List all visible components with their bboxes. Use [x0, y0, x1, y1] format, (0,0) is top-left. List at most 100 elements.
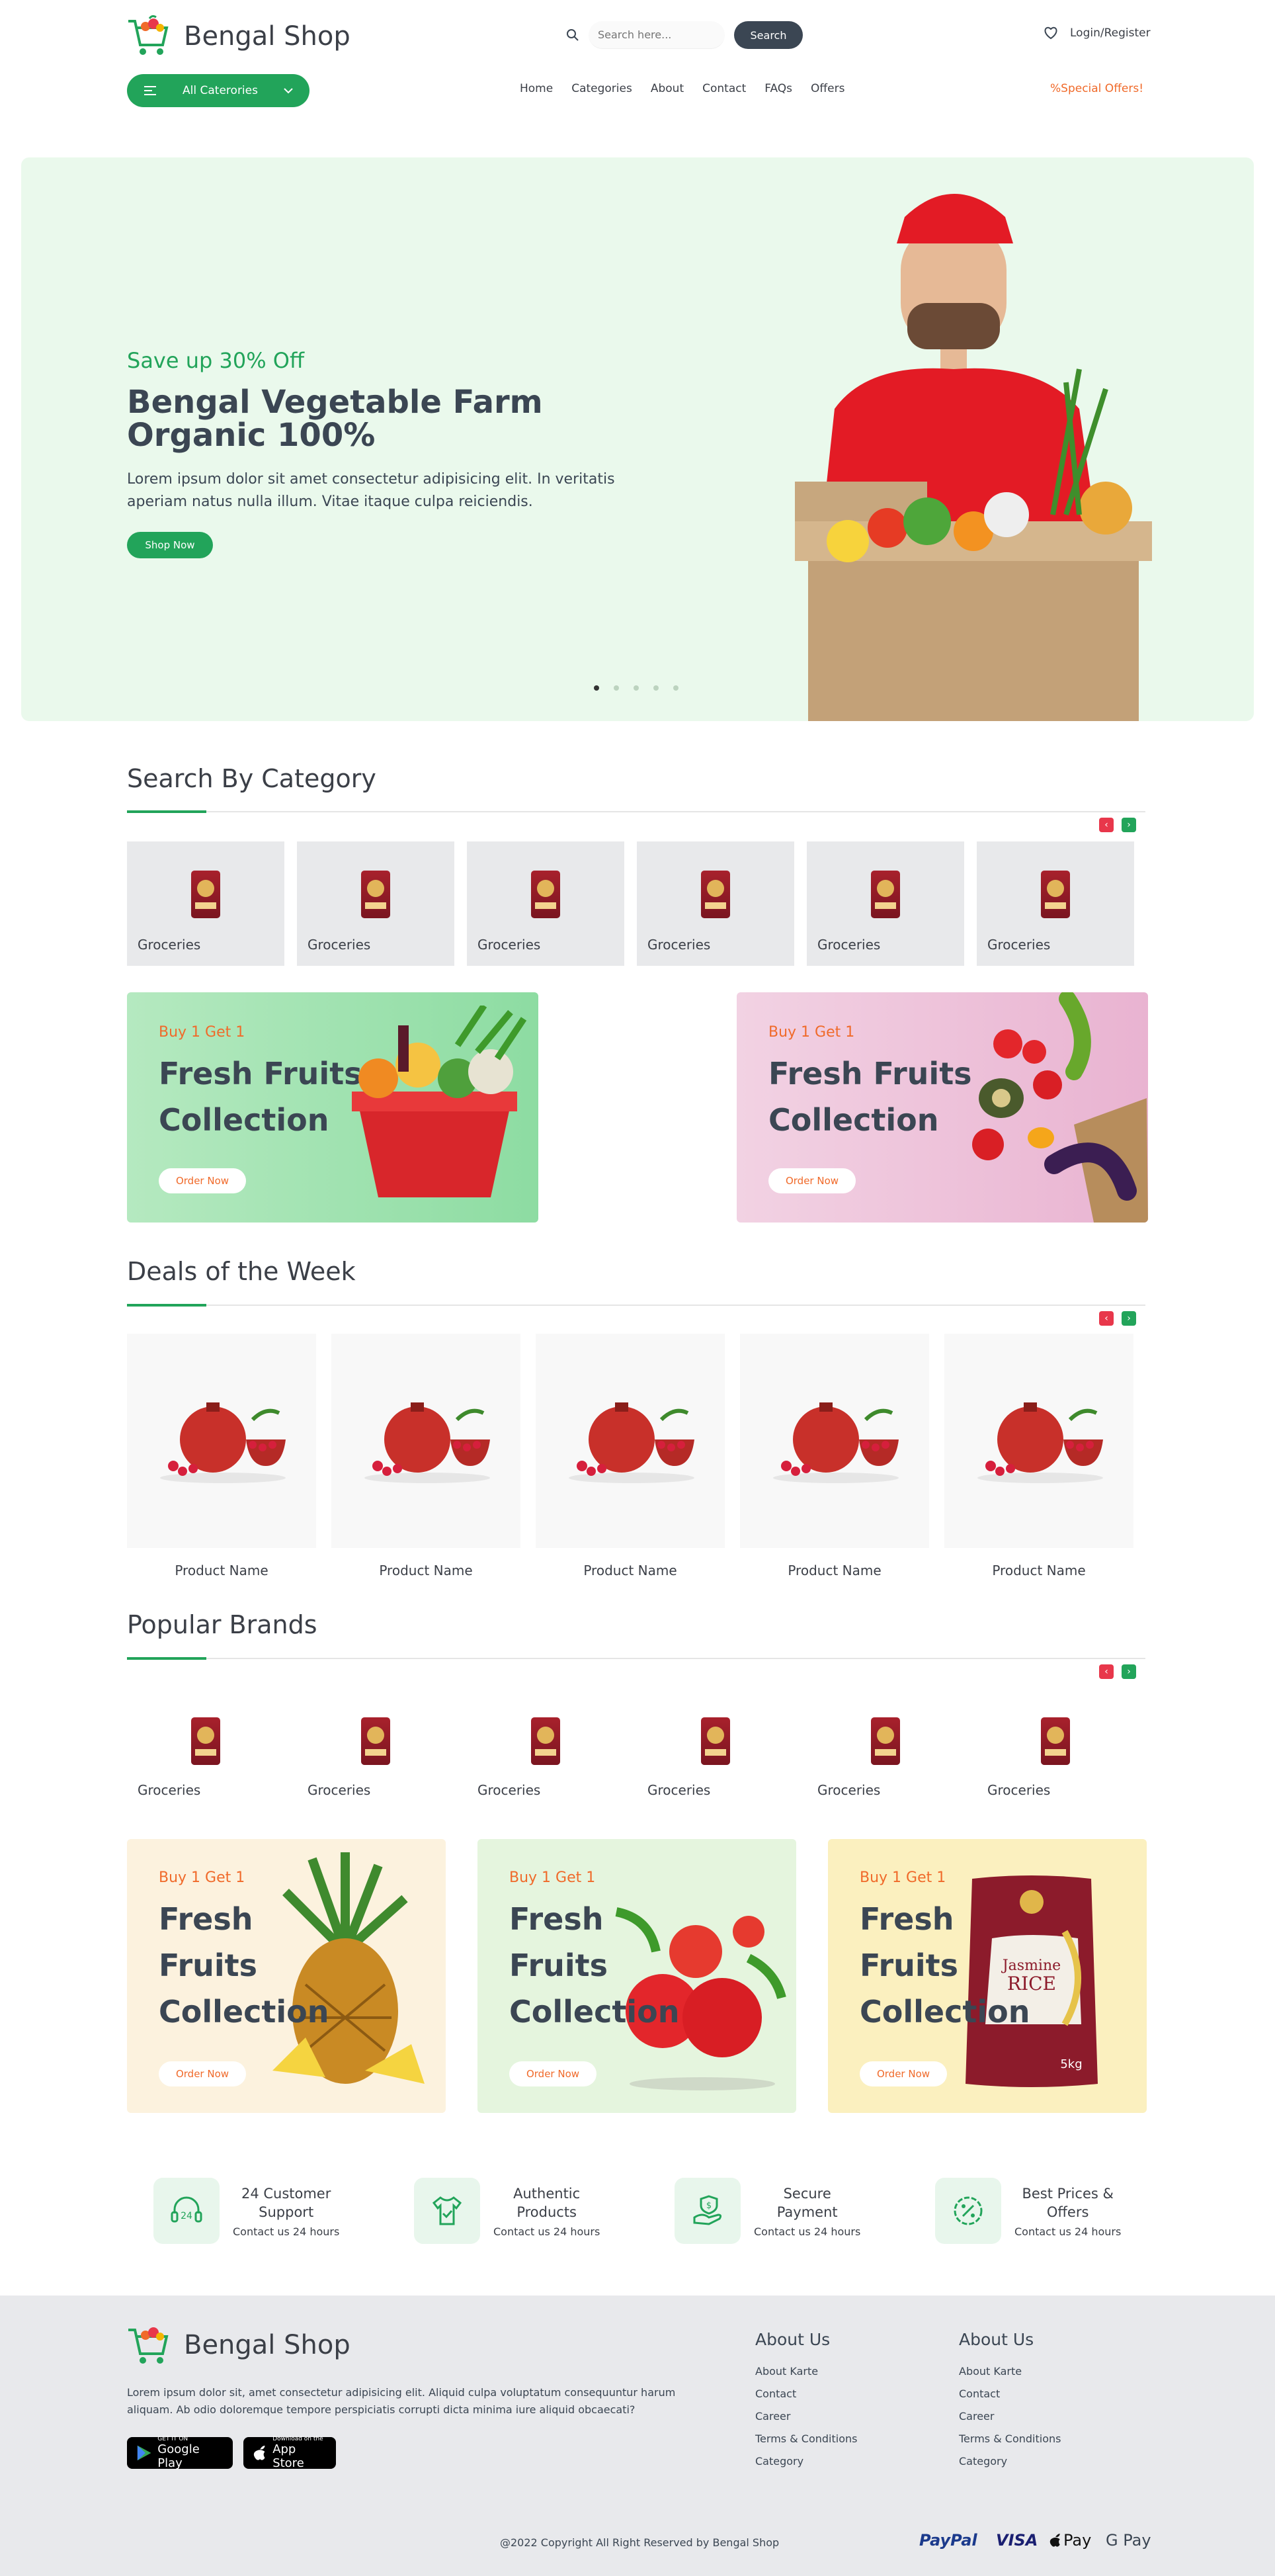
feature-title-2: Support	[259, 2204, 314, 2220]
copyright: @2022 Copyright All Right Reserved by Be…	[500, 2536, 780, 2549]
category-card[interactable]: Groceries	[467, 841, 624, 966]
promo-title-line2: Fruits	[860, 1948, 959, 1983]
svg-text:24: 24	[181, 2211, 192, 2221]
shop-now-button[interactable]: Shop Now	[127, 532, 213, 558]
app-store-badge[interactable]: Download on the App Store	[243, 2436, 336, 2470]
section-divider	[127, 810, 1145, 813]
category-card[interactable]: Groceries	[297, 841, 454, 966]
prev-arrow-icon[interactable]: ‹	[1099, 1664, 1114, 1679]
footer-link[interactable]: Terms & Conditions	[959, 2432, 1061, 2445]
footer-logo[interactable]: Bengal Shop	[126, 2323, 350, 2367]
promo-card-tomato[interactable]: Buy 1 Get 1 Fresh Fruits Collection Orde…	[477, 1839, 796, 2113]
nav-categories[interactable]: Categories	[571, 82, 632, 95]
grocery-pack-image	[191, 1717, 220, 1765]
order-now-button[interactable]: Order Now	[159, 2061, 246, 2086]
search-input[interactable]	[589, 21, 725, 49]
product-card[interactable]	[740, 1334, 929, 1548]
svg-text:$: $	[706, 2201, 712, 2211]
secure-payment-icon: $	[675, 2178, 741, 2244]
footer-link[interactable]: About Karte	[755, 2365, 857, 2378]
prev-arrow-icon[interactable]: ‹	[1099, 818, 1114, 832]
hero-banner: Save up 30% Off Bengal Vegetable Farm Or…	[21, 157, 1254, 721]
footer-link[interactable]: Category	[755, 2455, 857, 2468]
feature-title-2: Offers	[1046, 2204, 1089, 2220]
nav-home[interactable]: Home	[520, 82, 553, 95]
order-now-button[interactable]: Order Now	[159, 1168, 246, 1193]
next-arrow-icon[interactable]: ›	[1122, 1311, 1136, 1326]
promo-banner-fruits[interactable]: Buy 1 Get 1 Fresh Fruits Collection Orde…	[127, 992, 538, 1223]
promo-tag: Buy 1 Get 1	[860, 1869, 946, 1886]
promo-title-line1: Fresh Fruits	[768, 1056, 972, 1092]
carousel-dot[interactable]	[673, 685, 679, 691]
brand-card[interactable]: Groceries	[127, 1694, 284, 1806]
footer-link[interactable]: Contact	[959, 2387, 1061, 2400]
order-now-button[interactable]: Order Now	[509, 2061, 596, 2086]
brand-card[interactable]: Groceries	[977, 1694, 1134, 1806]
category-card[interactable]: Groceries	[637, 841, 794, 966]
nav-faqs[interactable]: FAQs	[764, 82, 792, 95]
product-card[interactable]	[944, 1334, 1133, 1548]
special-offers-link[interactable]: %Special Offers!	[1050, 82, 1143, 95]
carousel-dot[interactable]	[634, 685, 639, 691]
promo-title-line2: Collection	[768, 1102, 939, 1138]
category-section-title: Search By Category	[127, 764, 376, 793]
search-button[interactable]: Search	[734, 21, 803, 49]
promo-card-pineapple[interactable]: Buy 1 Get 1 Fresh Fruits Collection Orde…	[127, 1839, 446, 2113]
product-name[interactable]: Product Name	[944, 1563, 1133, 1578]
next-arrow-icon[interactable]: ›	[1122, 818, 1136, 832]
category-arrows: ‹ ›	[1099, 818, 1136, 832]
tshirt-icon	[414, 2178, 480, 2244]
order-now-button[interactable]: Order Now	[860, 2061, 947, 2086]
product-card[interactable]	[331, 1334, 520, 1548]
nav-about[interactable]: About	[651, 82, 684, 95]
brand-card[interactable]: Groceries	[637, 1694, 794, 1806]
product-card[interactable]	[127, 1334, 316, 1548]
category-card[interactable]: Groceries	[127, 841, 284, 966]
header-logo[interactable]: Bengal Shop	[126, 15, 350, 58]
footer-link[interactable]: Career	[755, 2410, 857, 2423]
order-now-button[interactable]: Order Now	[768, 1168, 856, 1193]
deals-section-title: Deals of the Week	[127, 1257, 356, 1286]
category-card[interactable]: Groceries	[977, 841, 1134, 966]
category-card[interactable]: Groceries	[807, 841, 964, 966]
carousel-dot[interactable]	[614, 685, 619, 691]
brand-card[interactable]: Groceries	[297, 1694, 454, 1806]
basket-image	[352, 1006, 527, 1197]
prev-arrow-icon[interactable]: ‹	[1099, 1311, 1114, 1326]
search-icon	[567, 29, 579, 41]
footer-link[interactable]: Contact	[755, 2387, 857, 2400]
nav-offers[interactable]: Offers	[811, 82, 844, 95]
brand-card[interactable]: Groceries	[467, 1694, 624, 1806]
brand-card[interactable]: Groceries	[807, 1694, 964, 1806]
feature-subtitle: Contact us 24 hours	[754, 2225, 861, 2238]
footer-link[interactable]: Career	[959, 2410, 1061, 2423]
google-play-icon	[137, 2445, 151, 2461]
login-register-link[interactable]: Login/Register	[1044, 26, 1151, 40]
product-card[interactable]	[536, 1334, 725, 1548]
carousel-dot[interactable]	[594, 685, 599, 691]
promo-title-line3: Collection	[159, 1994, 329, 2030]
heart-icon[interactable]	[1044, 26, 1058, 40]
next-arrow-icon[interactable]: ›	[1122, 1664, 1136, 1679]
promo-title-line2: Collection	[159, 1102, 329, 1138]
google-play-badge[interactable]: GET IT ON Google Play	[127, 2436, 233, 2470]
all-categories-button[interactable]: All Caterories	[127, 74, 309, 107]
app-store-label: App Store	[272, 2442, 304, 2470]
footer-col-1: About Us About Karte Contact Career Term…	[755, 2330, 857, 2477]
google-pay-logo: G Pay	[1106, 2531, 1151, 2550]
product-name[interactable]: Product Name	[536, 1563, 725, 1578]
footer-link[interactable]: Category	[959, 2455, 1061, 2468]
product-name[interactable]: Product Name	[331, 1563, 520, 1578]
promo-banner-vegetables[interactable]: Buy 1 Get 1 Fresh Fruits Collection Orde…	[737, 992, 1148, 1223]
footer-link[interactable]: About Karte	[959, 2365, 1061, 2378]
pineapple-image	[272, 1852, 425, 2084]
promo-card-rice[interactable]: Jasmine RICE 5kg Buy 1 Get 1 Fresh Fruit…	[828, 1839, 1147, 2113]
promo-title-line2: Fruits	[509, 1948, 608, 1983]
product-name[interactable]: Product Name	[740, 1563, 929, 1578]
nav-contact[interactable]: Contact	[702, 82, 746, 95]
carousel-dot[interactable]	[653, 685, 659, 691]
footer-link[interactable]: Terms & Conditions	[755, 2432, 857, 2445]
product-name[interactable]: Product Name	[127, 1563, 316, 1578]
promo-tag: Buy 1 Get 1	[768, 1024, 855, 1041]
promo-title-line3: Collection	[509, 1994, 680, 2030]
